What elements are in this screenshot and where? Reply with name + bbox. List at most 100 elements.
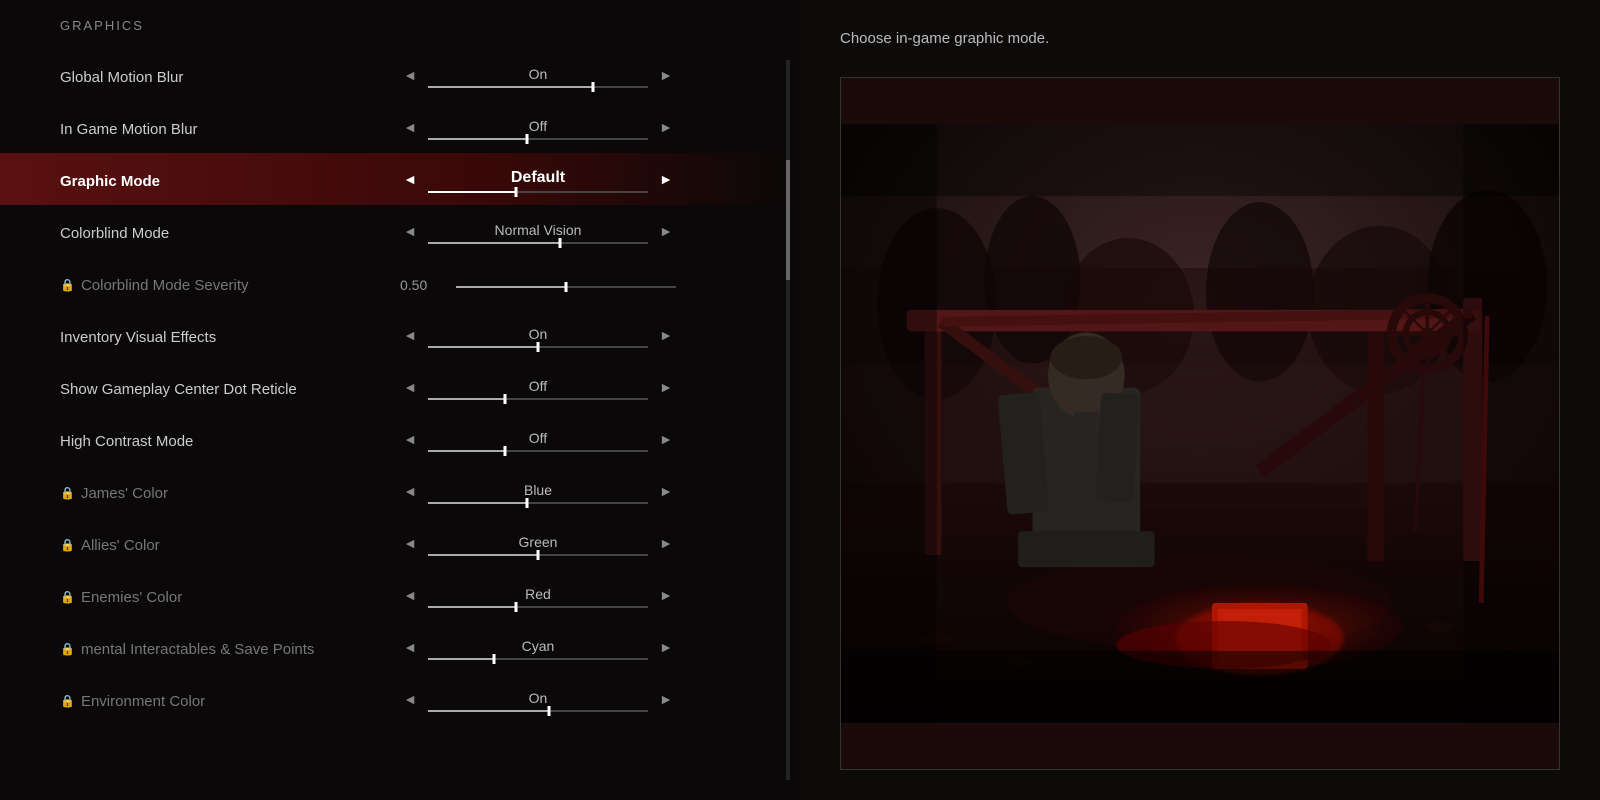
value-display-gameplay-center-dot: Off (428, 378, 648, 400)
setting-label-allies-color: 🔒 Allies' Color (60, 537, 400, 554)
scrollbar[interactable] (786, 60, 790, 780)
value-text-allies-color: Green (428, 534, 648, 550)
setting-label-in-game-motion-blur: In Game Motion Blur (60, 121, 400, 138)
setting-row-inventory-visual-effects[interactable]: Inventory Visual Effects ◄ On ► (60, 309, 800, 361)
slider-fill-allies-color (428, 554, 538, 556)
arrow-right-allies-color[interactable]: ► (656, 537, 676, 553)
arrow-left-colorblind-mode[interactable]: ◄ (400, 225, 420, 241)
setting-label-mental-interactables: 🔒 mental Interactables & Save Points (60, 641, 400, 658)
arrow-left-james-color[interactable]: ◄ (400, 485, 420, 501)
arrow-left-mental-interactables[interactable]: ◄ (400, 641, 420, 657)
slider-fill-enemies-color (428, 606, 516, 608)
setting-row-high-contrast-mode[interactable]: High Contrast Mode ◄ Off ► (60, 413, 800, 465)
setting-row-mental-interactables[interactable]: 🔒 mental Interactables & Save Points ◄ C… (60, 621, 800, 673)
value-text-inventory-visual-effects: On (428, 326, 648, 342)
slider-track-colorblind-mode[interactable] (428, 242, 648, 244)
preview-image (840, 77, 1560, 770)
arrow-right-mental-interactables[interactable]: ► (656, 641, 676, 657)
slider-track-inventory-visual-effects[interactable] (428, 346, 648, 348)
value-display-james-color: Blue (428, 482, 648, 504)
scrollbar-thumb[interactable] (786, 160, 790, 280)
arrow-left-global-motion-blur[interactable]: ◄ (400, 69, 420, 85)
arrow-right-inventory-visual-effects[interactable]: ► (656, 329, 676, 345)
arrow-left-allies-color[interactable]: ◄ (400, 537, 420, 553)
setting-row-james-color[interactable]: 🔒 James' Color ◄ Blue ► (60, 465, 800, 517)
slider-thumb-environment-color[interactable] (548, 706, 551, 716)
setting-label-global-motion-blur: Global Motion Blur (60, 69, 400, 86)
setting-row-in-game-motion-blur[interactable]: In Game Motion Blur ◄ Off ► (60, 101, 800, 153)
arrow-right-james-color[interactable]: ► (656, 485, 676, 501)
slider-fill-inventory-visual-effects (428, 346, 538, 348)
setting-row-gameplay-center-dot[interactable]: Show Gameplay Center Dot Reticle ◄ Off ► (60, 361, 800, 413)
slider-track-mental-interactables[interactable] (428, 658, 648, 660)
arrow-left-enemies-color[interactable]: ◄ (400, 589, 420, 605)
setting-control-graphic-mode: ◄ Default ► (400, 169, 800, 193)
slider-track-enemies-color[interactable] (428, 606, 648, 608)
arrow-left-gameplay-center-dot[interactable]: ◄ (400, 381, 420, 397)
lock-icon-mental-interactables: 🔒 (60, 642, 75, 656)
arrow-left-inventory-visual-effects[interactable]: ◄ (400, 329, 420, 345)
slider-track-colorblind-severity[interactable] (456, 286, 676, 288)
value-text-james-color: Blue (428, 482, 648, 498)
arrow-right-high-contrast-mode[interactable]: ► (656, 433, 676, 449)
arrow-left-in-game-motion-blur[interactable]: ◄ (400, 121, 420, 137)
setting-control-enemies-color: ◄ Red ► (400, 586, 800, 608)
value-text-global-motion-blur: On (428, 66, 648, 82)
setting-row-environment-color[interactable]: 🔒 Environment Color ◄ On ► (60, 673, 800, 725)
setting-row-colorblind-severity[interactable]: 🔒 Colorblind Mode Severity 0.50 (60, 257, 800, 309)
slider-thumb-allies-color[interactable] (537, 550, 540, 560)
value-display-enemies-color: Red (428, 586, 648, 608)
value-text-enemies-color: Red (428, 586, 648, 602)
arrow-right-environment-color[interactable]: ► (656, 693, 676, 709)
value-text-environment-color: On (428, 690, 648, 706)
slider-track-global-motion-blur[interactable] (428, 86, 648, 88)
setting-control-in-game-motion-blur: ◄ Off ► (400, 118, 800, 140)
arrow-right-in-game-motion-blur[interactable]: ► (656, 121, 676, 137)
slider-thumb-in-game-motion-blur[interactable] (526, 134, 529, 144)
arrow-right-colorblind-mode[interactable]: ► (656, 225, 676, 241)
slider-thumb-enemies-color[interactable] (515, 602, 518, 612)
value-display-global-motion-blur: On (428, 66, 648, 88)
value-text-gameplay-center-dot: Off (428, 378, 648, 394)
slider-track-james-color[interactable] (428, 502, 648, 504)
setting-control-high-contrast-mode: ◄ Off ► (400, 430, 800, 452)
slider-track-allies-color[interactable] (428, 554, 648, 556)
arrow-right-enemies-color[interactable]: ► (656, 589, 676, 605)
slider-thumb-high-contrast-mode[interactable] (504, 446, 507, 456)
slider-fill-high-contrast-mode (428, 450, 505, 452)
lock-icon-colorblind-severity: 🔒 (60, 278, 75, 292)
slider-thumb-james-color[interactable] (526, 498, 529, 508)
slider-thumb-graphic-mode[interactable] (515, 187, 518, 197)
setting-row-colorblind-mode[interactable]: Colorblind Mode ◄ Normal Vision ► (60, 205, 800, 257)
arrow-right-gameplay-center-dot[interactable]: ► (656, 381, 676, 397)
slider-fill-colorblind-severity (456, 286, 566, 288)
slider-track-gameplay-center-dot[interactable] (428, 398, 648, 400)
setting-row-enemies-color[interactable]: 🔒 Enemies' Color ◄ Red ► (60, 569, 800, 621)
setting-row-graphic-mode[interactable]: Graphic Mode ◄ Default ► (0, 153, 800, 205)
slider-thumb-mental-interactables[interactable] (493, 654, 496, 664)
slider-track-high-contrast-mode[interactable] (428, 450, 648, 452)
slider-thumb-global-motion-blur[interactable] (592, 82, 595, 92)
value-display-high-contrast-mode: Off (428, 430, 648, 452)
slider-thumb-inventory-visual-effects[interactable] (537, 342, 540, 352)
settings-list: Global Motion Blur ◄ On ► (60, 49, 800, 725)
value-display-inventory-visual-effects: On (428, 326, 648, 348)
slider-track-environment-color[interactable] (428, 710, 648, 712)
setting-label-colorblind-mode: Colorblind Mode (60, 225, 400, 242)
slider-track-in-game-motion-blur[interactable] (428, 138, 648, 140)
arrow-left-environment-color[interactable]: ◄ (400, 693, 420, 709)
slider-thumb-colorblind-mode[interactable] (559, 238, 562, 248)
setting-row-global-motion-blur[interactable]: Global Motion Blur ◄ On ► (60, 49, 800, 101)
arrow-left-graphic-mode[interactable]: ◄ (400, 173, 420, 189)
arrow-left-high-contrast-mode[interactable]: ◄ (400, 433, 420, 449)
setting-control-gameplay-center-dot: ◄ Off ► (400, 378, 800, 400)
slider-thumb-gameplay-center-dot[interactable] (504, 394, 507, 404)
value-display-environment-color: On (428, 690, 648, 712)
slider-thumb-colorblind-severity[interactable] (565, 282, 568, 292)
slider-track-graphic-mode[interactable] (428, 191, 648, 193)
lock-icon-enemies-color: 🔒 (60, 590, 75, 604)
setting-row-allies-color[interactable]: 🔒 Allies' Color ◄ Green ► (60, 517, 800, 569)
arrow-right-global-motion-blur[interactable]: ► (656, 69, 676, 85)
lock-icon-environment-color: 🔒 (60, 694, 75, 708)
arrow-right-graphic-mode[interactable]: ► (656, 173, 676, 189)
